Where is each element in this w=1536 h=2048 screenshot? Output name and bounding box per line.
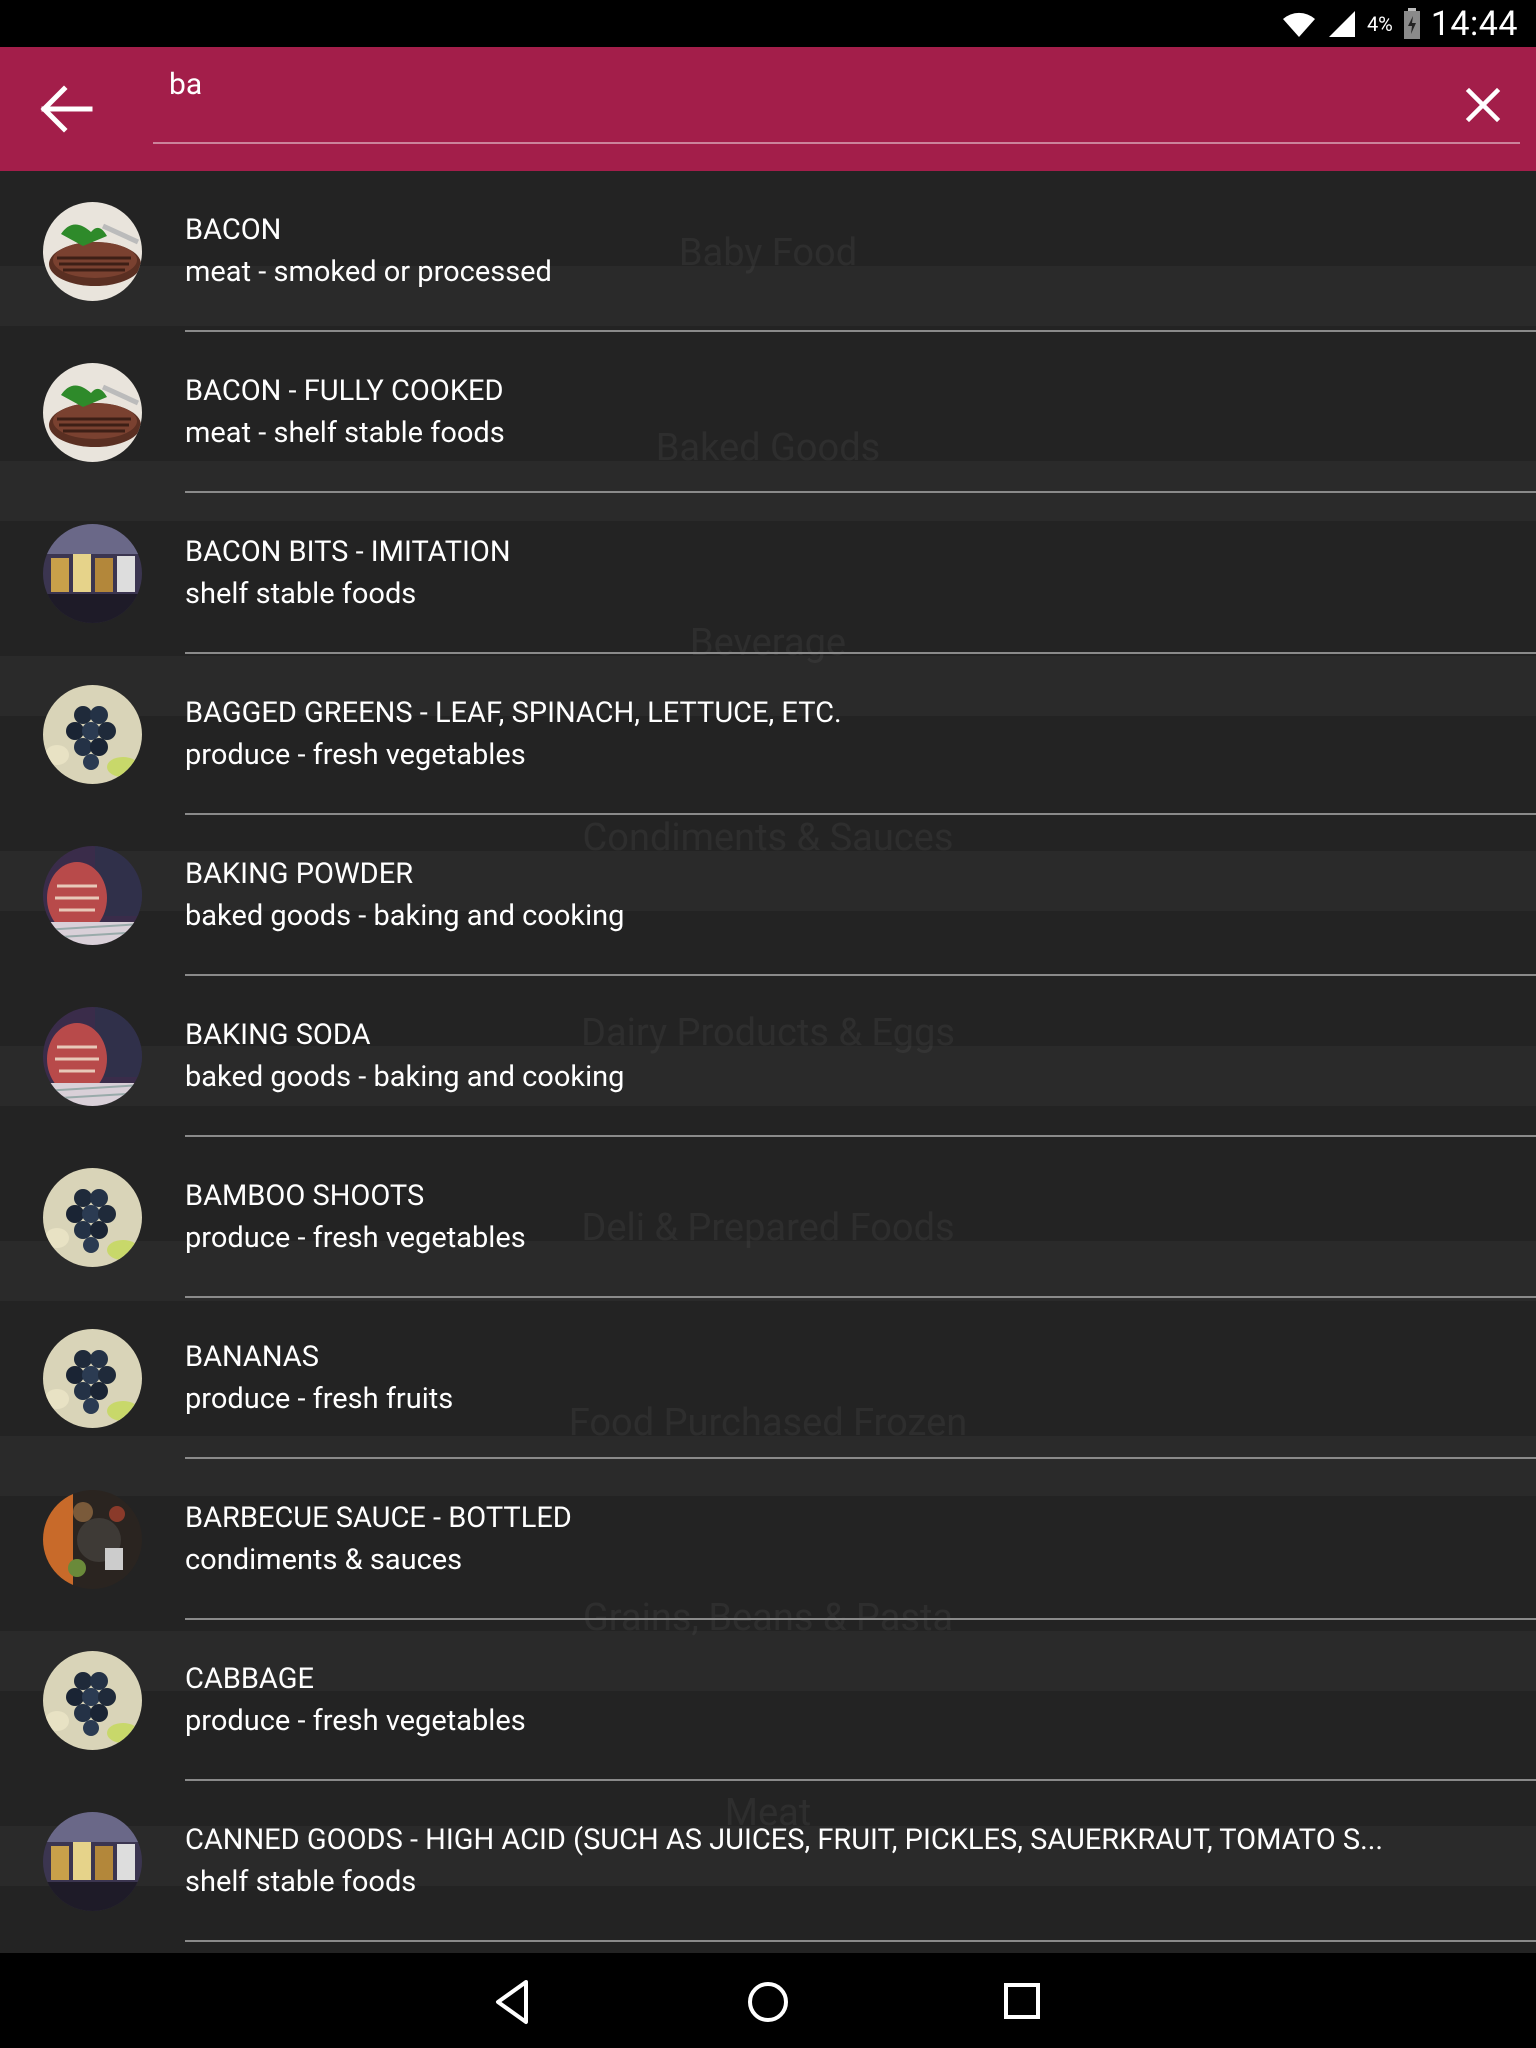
item-subtitle: meat - shelf stable foods: [185, 416, 505, 450]
item-title: BACON - FULLY COOKED: [185, 374, 504, 408]
jars-thumbnail-icon: [43, 1812, 142, 1911]
back-button[interactable]: [36, 83, 100, 135]
grapes-thumbnail-icon: [43, 1168, 142, 1267]
circle-home-icon: [748, 1982, 788, 2022]
list-item[interactable]: BAGGED GREENS - LEAF, SPINACH, LETTUCE, …: [0, 654, 1536, 815]
item-title: BARBECUE SAUCE - BOTTLED: [185, 1501, 572, 1535]
status-bar: 4% 14:44: [0, 0, 1536, 47]
item-subtitle: condiments & sauces: [185, 1543, 463, 1577]
item-subtitle: baked goods - baking and cooking: [185, 1060, 625, 1094]
search-underline: [153, 142, 1520, 144]
list-item[interactable]: CANNED GOODS - HIGH ACID (SUCH AS JUICES…: [0, 1781, 1536, 1942]
list-item[interactable]: BANANAS produce - fresh fruits: [0, 1298, 1536, 1459]
item-subtitle: produce - fresh vegetables: [185, 1704, 526, 1738]
item-subtitle: produce - fresh fruits: [185, 1382, 454, 1416]
item-subtitle: baked goods - baking and cooking: [185, 899, 625, 933]
close-icon: [1465, 87, 1501, 123]
item-subtitle: meat - smoked or processed: [185, 255, 552, 289]
item-title: BANANAS: [185, 1340, 319, 1374]
clear-search-button[interactable]: [1464, 86, 1502, 124]
jars-thumbnail-icon: [43, 524, 142, 623]
spices-thumbnail-icon: [43, 1490, 142, 1589]
triangle-back-icon: [496, 1980, 528, 2024]
steak-thumbnail-icon: [43, 363, 142, 462]
item-subtitle: shelf stable foods: [185, 577, 417, 611]
search-results-list: BACON meat - smoked or processed BACON -…: [0, 171, 1536, 1942]
steak-thumbnail-icon: [43, 202, 142, 301]
item-subtitle: shelf stable foods: [185, 1865, 417, 1899]
list-item[interactable]: BAMBOO SHOOTS produce - fresh vegetables: [0, 1137, 1536, 1298]
bread-thumbnail-icon: [43, 846, 142, 945]
battery-icon: [1403, 7, 1421, 40]
list-item[interactable]: BARBECUE SAUCE - BOTTLED condiments & sa…: [0, 1459, 1536, 1620]
item-title: BACON BITS - IMITATION: [185, 535, 511, 569]
nav-home-button[interactable]: [743, 1977, 793, 2027]
grapes-thumbnail-icon: [43, 1329, 142, 1428]
wifi-icon: [1281, 9, 1317, 39]
clock: 14:44: [1430, 3, 1518, 44]
list-item[interactable]: BACON BITS - IMITATION shelf stable food…: [0, 493, 1536, 654]
status-bar-right: 4% 14:44: [1281, 0, 1518, 47]
divider: [185, 1940, 1536, 1942]
list-item[interactable]: BACON meat - smoked or processed: [0, 171, 1536, 332]
list-item[interactable]: BACON - FULLY COOKED meat - shelf stable…: [0, 332, 1536, 493]
grapes-thumbnail-icon: [43, 685, 142, 784]
nav-recents-button[interactable]: [998, 1977, 1048, 2027]
list-item[interactable]: CABBAGE produce - fresh vegetables: [0, 1620, 1536, 1781]
arrow-back-icon: [40, 85, 93, 133]
square-recents-icon: [1004, 1983, 1040, 2019]
item-title: BAKING SODA: [185, 1018, 371, 1052]
navigation-bar: [0, 1953, 1536, 2048]
item-title: CANNED GOODS - HIGH ACID (SUCH AS JUICES…: [185, 1823, 1384, 1857]
list-item[interactable]: BAKING POWDER baked goods - baking and c…: [0, 815, 1536, 976]
item-subtitle: produce - fresh vegetables: [185, 738, 526, 772]
search-input[interactable]: [153, 54, 1536, 114]
item-title: BAGGED GREENS - LEAF, SPINACH, LETTUCE, …: [185, 696, 842, 730]
item-title: BACON: [185, 213, 282, 247]
grapes-thumbnail-icon: [43, 1651, 142, 1750]
list-item[interactable]: BAKING SODA baked goods - baking and coo…: [0, 976, 1536, 1137]
bread-thumbnail-icon: [43, 1007, 142, 1106]
item-subtitle: produce - fresh vegetables: [185, 1221, 526, 1255]
item-title: CABBAGE: [185, 1662, 314, 1696]
item-title: BAMBOO SHOOTS: [185, 1179, 425, 1213]
battery-percent: 4%: [1366, 11, 1393, 36]
item-title: BAKING POWDER: [185, 857, 414, 891]
nav-back-button[interactable]: [488, 1977, 538, 2027]
cell-signal-icon: [1327, 9, 1357, 39]
